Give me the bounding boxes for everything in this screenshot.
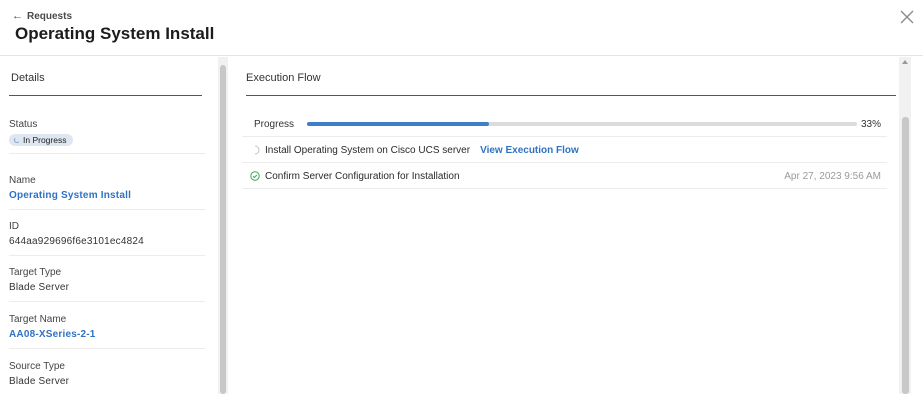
details-panel: Details Status In Progress Name Operatin…: [0, 57, 216, 394]
progress-row: Progress 33%: [242, 115, 887, 137]
field-divider: [9, 348, 205, 349]
progress-percent: 33%: [860, 119, 881, 130]
field-name: Name Operating System Install: [9, 175, 205, 210]
scroll-up-arrow-icon[interactable]: [902, 60, 908, 64]
field-label: ID: [9, 221, 19, 232]
progress-bar: [307, 122, 857, 126]
execution-flow-scrollbar[interactable]: [899, 57, 911, 394]
field-label: Status: [9, 119, 38, 130]
source-type-value: Blade Server: [9, 376, 70, 387]
status-badge-label: In Progress: [23, 135, 67, 145]
field-target-type: Target Type Blade Server: [9, 267, 205, 302]
close-icon[interactable]: [899, 9, 915, 25]
field-id: ID 644aa929696f6e3101ec4824: [9, 221, 205, 256]
field-divider: [9, 301, 205, 302]
back-to-requests-link[interactable]: ← Requests: [12, 10, 72, 22]
execution-flow-scrollbar-thumb[interactable]: [902, 117, 909, 394]
progress-bar-fill: [307, 122, 489, 126]
field-source-type: Source Type Blade Server: [9, 361, 205, 387]
execution-flow-panel: Execution Flow Progress 33% Install Oper…: [231, 57, 897, 394]
check-circle-icon: [250, 171, 260, 181]
details-scrollbar[interactable]: [218, 57, 228, 394]
field-label: Target Type: [9, 267, 62, 278]
name-link[interactable]: Operating System Install: [9, 190, 205, 201]
arrow-left-icon: ←: [12, 10, 23, 22]
page-header: ← Requests Operating System Install: [0, 0, 923, 56]
step-row: Install Operating System on Cisco UCS se…: [242, 138, 887, 163]
step-label: Confirm Server Configuration for Install…: [265, 170, 460, 182]
page-title: Operating System Install: [15, 24, 215, 43]
field-divider: [9, 255, 205, 256]
target-type-value: Blade Server: [9, 282, 70, 293]
field-divider: [9, 209, 205, 210]
field-label: Target Name: [9, 314, 67, 325]
step-timestamp: Apr 27, 2023 9:56 AM: [784, 170, 881, 182]
target-name-link[interactable]: AA08-XSeries-2-1: [9, 329, 205, 340]
field-divider: [9, 153, 205, 154]
id-value: 644aa929696f6e3101ec4824: [9, 236, 144, 247]
status-badge: In Progress: [9, 134, 74, 146]
step-label: Install Operating System on Cisco UCS se…: [265, 144, 471, 156]
field-label: Source Type: [9, 361, 65, 372]
progress-label: Progress: [254, 119, 295, 130]
spinner-icon: [14, 137, 20, 143]
step-row: Confirm Server Configuration for Install…: [242, 164, 887, 189]
execution-flow-heading: Execution Flow: [246, 72, 321, 84]
execution-flow-divider: [246, 95, 896, 96]
details-heading: Details: [11, 72, 45, 84]
field-label: Name: [9, 175, 36, 186]
back-link-label: Requests: [27, 10, 73, 22]
field-status: Status In Progress: [9, 119, 205, 154]
details-scrollbar-thumb[interactable]: [220, 65, 226, 394]
view-execution-flow-link[interactable]: View Execution Flow: [480, 145, 579, 156]
field-target-name: Target Name AA08-XSeries-2-1: [9, 314, 205, 349]
in-progress-spinner-icon: [254, 145, 260, 155]
details-divider: [9, 95, 202, 96]
